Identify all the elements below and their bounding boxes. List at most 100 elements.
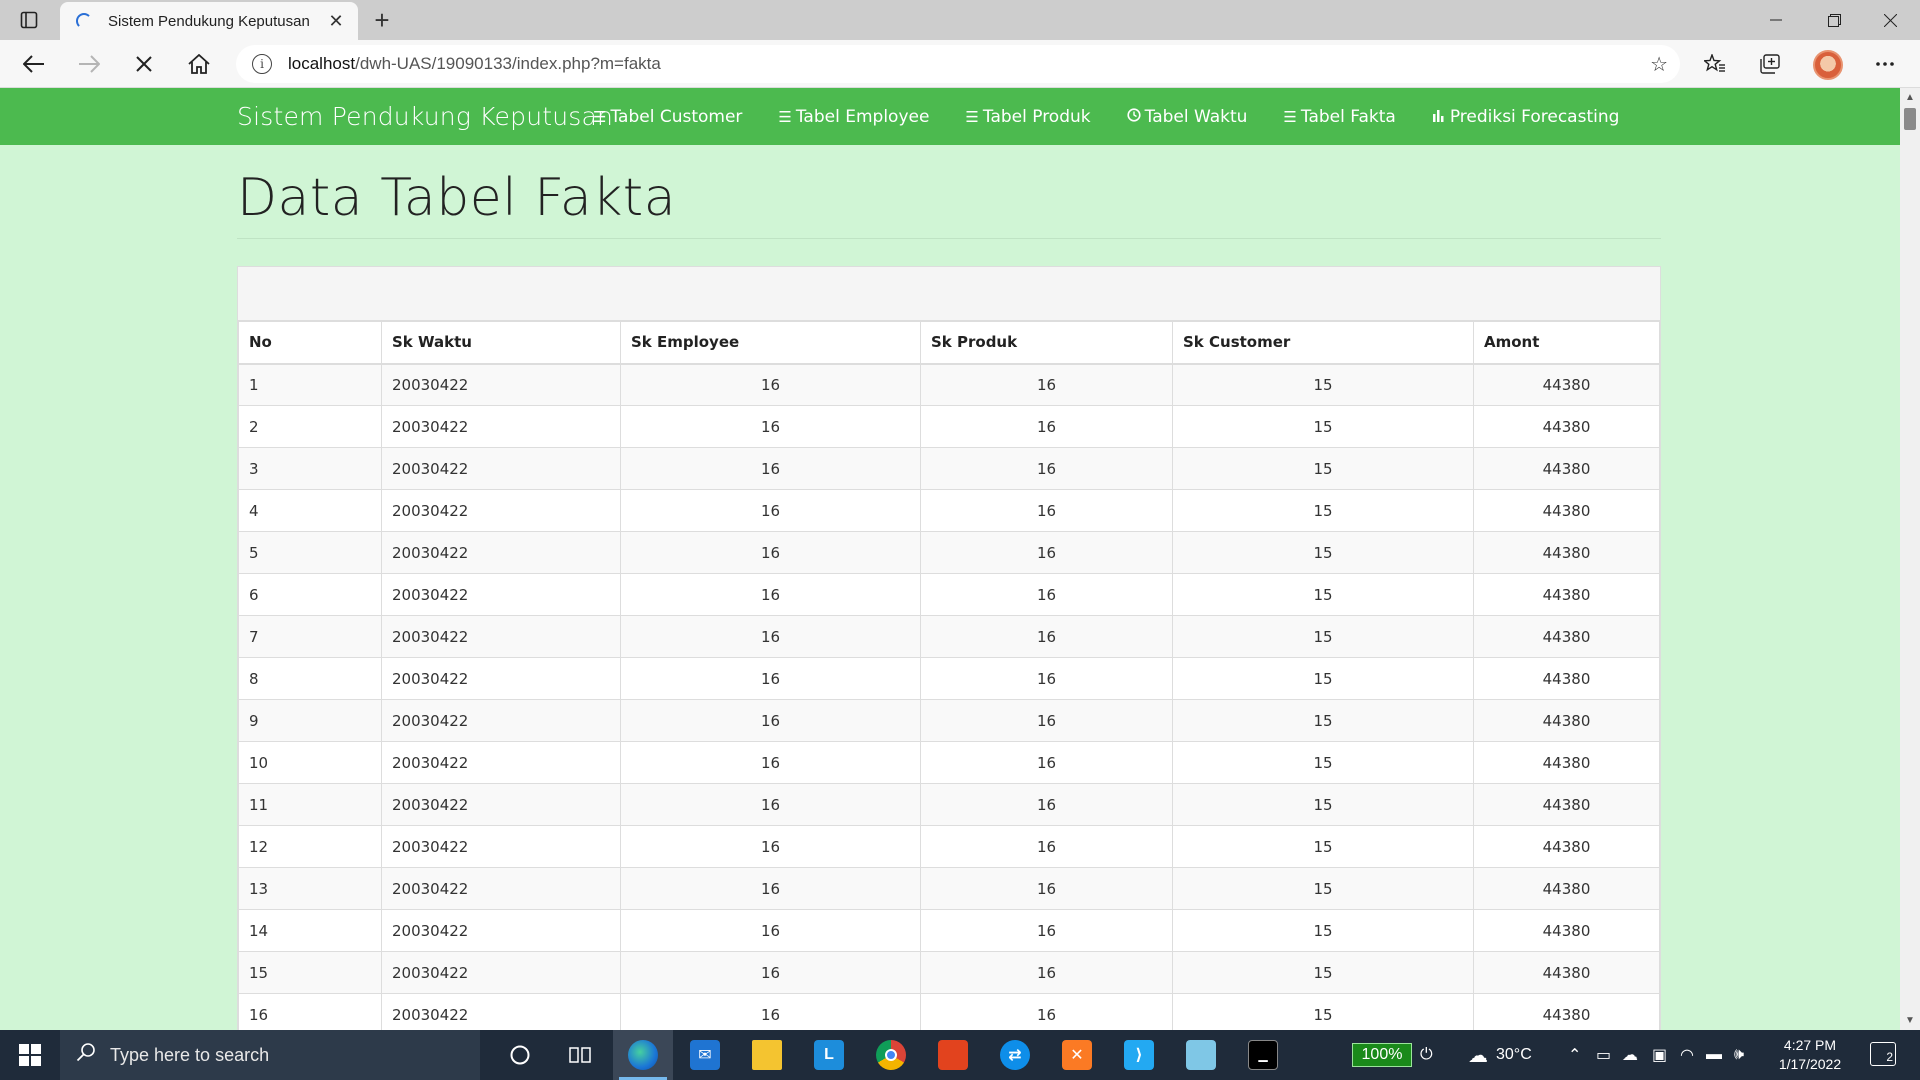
- nav-tabel-fakta[interactable]: ☰ Tabel Fakta: [1283, 107, 1395, 127]
- url-text: localhost/dwh-UAS/19090133/index.php?m=f…: [288, 54, 661, 73]
- restore-button[interactable]: [1806, 0, 1862, 40]
- tab-actions-icon[interactable]: [14, 8, 44, 32]
- chrome-icon[interactable]: [861, 1030, 921, 1080]
- stop-loading-icon[interactable]: [126, 46, 162, 82]
- nav-tabel-waktu[interactable]: Tabel Waktu: [1127, 107, 1247, 127]
- vscode-icon[interactable]: ⟩: [1109, 1030, 1169, 1080]
- home-icon[interactable]: [181, 46, 217, 82]
- cell-sk-waktu: 20030422: [381, 825, 621, 868]
- edge-browser-icon[interactable]: [613, 1030, 673, 1080]
- nav-tabel-customer[interactable]: ☰ Tabel Customer: [593, 107, 742, 127]
- cell-amont: 44380: [1473, 741, 1660, 784]
- collections-icon[interactable]: [1755, 49, 1785, 79]
- cell-amont: 44380: [1473, 573, 1660, 616]
- table-body: 1 20030422 16 16 15 44380 2 20030422 16 16 15 44380…: [238, 363, 1660, 1030]
- cell-sk-waktu: 20030422: [381, 363, 621, 406]
- cell-sk-customer: 15: [1172, 741, 1474, 784]
- notepad-icon[interactable]: [1171, 1030, 1231, 1080]
- scroll-down-arrow-icon[interactable]: ▼: [1905, 1015, 1915, 1026]
- cell-no: 14: [238, 909, 382, 952]
- table-row: 13 20030422 16 16 15 44380: [238, 867, 1660, 910]
- cortana-icon[interactable]: [490, 1030, 550, 1080]
- navbar-brand[interactable]: Sistem Pendukung Keputusan: [237, 102, 613, 131]
- data-panel: No Sk Waktu Sk Employee Sk Produk Sk Cus…: [237, 266, 1661, 1030]
- clock-time: 4:27 PM: [1783, 1037, 1837, 1053]
- new-tab-button[interactable]: +: [368, 5, 396, 36]
- table-row: 16 20030422 16 16 15 44380: [238, 993, 1660, 1030]
- wifi-icon[interactable]: ◠: [1680, 1030, 1694, 1080]
- taskbar-clock[interactable]: 4:27 PM 1/17/2022: [1770, 1036, 1850, 1074]
- col-header-sk-produk: Sk Produk: [920, 321, 1173, 365]
- table-icon: ☰: [1283, 107, 1297, 126]
- clock-icon: [1127, 107, 1141, 126]
- cell-sk-produk: 16: [920, 867, 1173, 910]
- favorites-icon[interactable]: [1700, 49, 1730, 79]
- table-row: 12 20030422 16 16 15 44380: [238, 825, 1660, 868]
- cell-amont: 44380: [1473, 447, 1660, 490]
- show-hidden-icons-chevron-icon[interactable]: ⌃: [1568, 1030, 1581, 1080]
- browser-tab-active[interactable]: Sistem Pendukung Keputusan ✕: [60, 2, 358, 40]
- cell-sk-customer: 15: [1172, 489, 1474, 532]
- taskbar-search-box[interactable]: Type here to search: [60, 1030, 480, 1080]
- nav-prediksi-forecasting[interactable]: Prediksi Forecasting: [1432, 107, 1619, 127]
- cell-sk-produk: 16: [920, 615, 1173, 658]
- nav-link-label: Tabel Produk: [982, 106, 1091, 127]
- cell-sk-produk: 16: [920, 909, 1173, 952]
- loading-spinner-icon: [76, 13, 92, 29]
- cell-sk-waktu: 20030422: [381, 699, 621, 742]
- cell-sk-customer: 15: [1172, 867, 1474, 910]
- office-icon[interactable]: [923, 1030, 983, 1080]
- cell-sk-waktu: 20030422: [381, 531, 621, 574]
- site-info-icon[interactable]: i: [252, 54, 272, 74]
- table-row: 4 20030422 16 16 15 44380: [238, 489, 1660, 532]
- file-explorer-icon[interactable]: [737, 1030, 797, 1080]
- windows-logo-icon: [19, 1044, 41, 1066]
- cell-no: 1: [238, 363, 382, 406]
- forward-arrow-icon[interactable]: [71, 46, 107, 82]
- teamviewer-icon[interactable]: ⇄: [985, 1030, 1045, 1080]
- col-header-sk-employee: Sk Employee: [620, 321, 921, 365]
- start-button[interactable]: [0, 1030, 60, 1080]
- cell-sk-customer: 15: [1172, 825, 1474, 868]
- scroll-up-arrow-icon[interactable]: ▲: [1905, 92, 1915, 103]
- nav-link-label: Tabel Fakta: [1300, 106, 1396, 127]
- mail-icon[interactable]: ✉: [675, 1030, 735, 1080]
- close-window-button[interactable]: [1862, 0, 1918, 40]
- profile-avatar[interactable]: [1813, 50, 1843, 80]
- notification-center-icon[interactable]: 2: [1870, 1042, 1896, 1066]
- network-app-icon[interactable]: ▣: [1652, 1030, 1667, 1080]
- table-row: 6 20030422 16 16 15 44380: [238, 573, 1660, 616]
- cell-amont: 44380: [1473, 363, 1660, 406]
- vertical-scrollbar[interactable]: ▲ ▼: [1900, 88, 1920, 1030]
- cell-sk-employee: 16: [620, 573, 921, 616]
- address-bar[interactable]: i localhost/dwh-UAS/19090133/index.php?m…: [236, 45, 1680, 83]
- nav-tabel-employee[interactable]: ☰ Tabel Employee: [778, 107, 929, 127]
- minimize-button[interactable]: [1748, 0, 1804, 40]
- xampp-icon[interactable]: ✕: [1047, 1030, 1107, 1080]
- cell-no: 11: [238, 783, 382, 826]
- task-view-icon[interactable]: [550, 1030, 610, 1080]
- cell-sk-customer: 15: [1172, 699, 1474, 742]
- cell-amont: 44380: [1473, 531, 1660, 574]
- volume-icon[interactable]: 🕪: [1734, 1030, 1744, 1080]
- cell-sk-customer: 15: [1172, 363, 1474, 406]
- tab-close-icon[interactable]: ✕: [326, 11, 346, 32]
- cell-sk-employee: 16: [620, 993, 921, 1030]
- cell-sk-produk: 16: [920, 531, 1173, 574]
- weather-widget[interactable]: ☁ 30°C: [1468, 1030, 1532, 1080]
- app-l-icon[interactable]: L: [799, 1030, 859, 1080]
- cell-sk-employee: 16: [620, 531, 921, 574]
- onedrive-cloud-icon[interactable]: ☁: [1622, 1030, 1638, 1080]
- more-options-icon[interactable]: [1870, 49, 1900, 79]
- add-favorite-star-icon[interactable]: ☆: [1650, 52, 1668, 77]
- cell-sk-produk: 16: [920, 993, 1173, 1030]
- battery-icon[interactable]: ▬: [1706, 1030, 1722, 1080]
- nav-tabel-produk[interactable]: ☰ Tabel Produk: [965, 107, 1090, 127]
- terminal-icon[interactable]: ▁: [1233, 1030, 1293, 1080]
- battery-percentage-badge: 100%: [1352, 1043, 1412, 1067]
- meet-now-icon[interactable]: ▭: [1596, 1030, 1611, 1080]
- scrollbar-thumb[interactable]: [1904, 108, 1916, 130]
- cell-sk-produk: 16: [920, 657, 1173, 700]
- back-arrow-icon[interactable]: [16, 46, 52, 82]
- page-title: Data Tabel Fakta: [237, 168, 677, 228]
